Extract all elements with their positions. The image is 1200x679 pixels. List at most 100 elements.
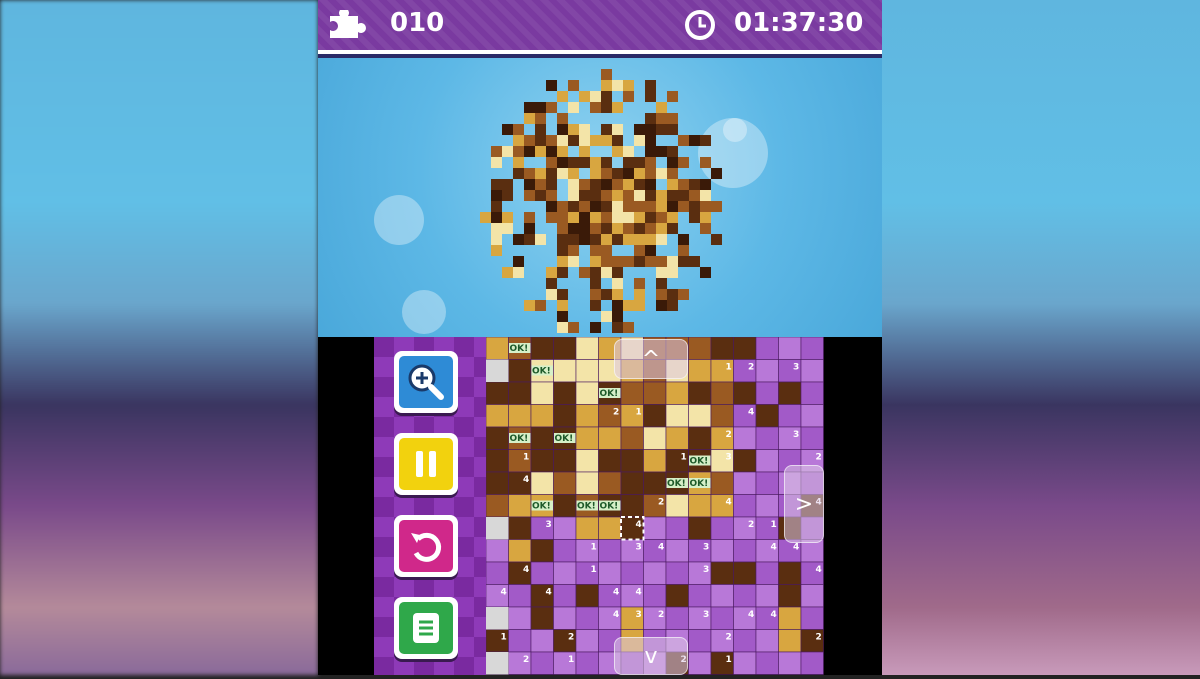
- grid-cell[interactable]: 4: [530, 584, 554, 608]
- grid-cell[interactable]: [665, 494, 689, 518]
- grid-cell[interactable]: [710, 584, 734, 608]
- grid-cell[interactable]: [598, 539, 622, 563]
- scroll-right-button[interactable]: >: [784, 465, 824, 543]
- grid-cell[interactable]: [575, 651, 599, 675]
- grid-cell[interactable]: [485, 404, 509, 428]
- grid-cell[interactable]: [755, 629, 779, 653]
- menu-button[interactable]: [394, 597, 458, 659]
- zoom-button[interactable]: [394, 351, 458, 413]
- grid-cell[interactable]: [800, 404, 824, 428]
- grid-cell[interactable]: [710, 606, 734, 630]
- grid-cell[interactable]: [710, 336, 734, 360]
- grid-cell[interactable]: [643, 516, 667, 540]
- grid-cell[interactable]: [598, 449, 622, 473]
- grid-cell[interactable]: [508, 516, 532, 540]
- grid-cell[interactable]: OK!: [688, 471, 712, 495]
- grid-cell[interactable]: 2: [710, 629, 734, 653]
- gray-cell[interactable]: [486, 607, 509, 630]
- grid-cell[interactable]: [553, 584, 577, 608]
- grid-cell[interactable]: [575, 426, 599, 450]
- grid-cell[interactable]: 1: [710, 359, 734, 383]
- grid-cell[interactable]: [530, 426, 554, 450]
- grid-cell[interactable]: [778, 336, 802, 360]
- puzzle-grid[interactable]: OK!OK!OK!123OK!214OK!OK!2311OK!324OK!OK!…: [485, 336, 824, 675]
- grid-cell[interactable]: [508, 359, 532, 383]
- grid-cell[interactable]: [665, 516, 689, 540]
- grid-cell[interactable]: 3: [710, 449, 734, 473]
- grid-cell[interactable]: [778, 404, 802, 428]
- grid-cell[interactable]: 1: [508, 449, 532, 473]
- grid-cell[interactable]: [688, 494, 712, 518]
- grid-cell[interactable]: 1: [485, 629, 509, 653]
- pause-button[interactable]: [394, 433, 458, 495]
- grid-cell[interactable]: 1: [575, 539, 599, 563]
- grid-cell[interactable]: [755, 404, 779, 428]
- grid-cell[interactable]: [530, 336, 554, 360]
- grid-cell[interactable]: [643, 381, 667, 405]
- grid-cell[interactable]: OK!: [530, 359, 554, 383]
- grid-cell[interactable]: [508, 404, 532, 428]
- grid-cell[interactable]: [575, 584, 599, 608]
- grid-cell[interactable]: [688, 584, 712, 608]
- grid-cell[interactable]: [688, 336, 712, 360]
- grid-cell[interactable]: [643, 449, 667, 473]
- grid-cell[interactable]: [733, 449, 757, 473]
- grid-cell[interactable]: [485, 449, 509, 473]
- grid-cell[interactable]: [620, 381, 644, 405]
- grid-cell[interactable]: [620, 449, 644, 473]
- grid-cell[interactable]: [575, 516, 599, 540]
- grid-cell[interactable]: [688, 404, 712, 428]
- grid-cell[interactable]: [733, 561, 757, 585]
- grid-cell[interactable]: [665, 404, 689, 428]
- grid-cell[interactable]: 2: [733, 516, 757, 540]
- grid-cell[interactable]: [553, 381, 577, 405]
- grid-cell[interactable]: 4: [598, 606, 622, 630]
- grid-cell[interactable]: [778, 651, 802, 675]
- grid-cell[interactable]: [575, 471, 599, 495]
- grid-cell[interactable]: [733, 629, 757, 653]
- grid-cell[interactable]: [755, 449, 779, 473]
- grid-cell[interactable]: [508, 381, 532, 405]
- grid-cell[interactable]: [530, 539, 554, 563]
- grid-cell[interactable]: [665, 539, 689, 563]
- grid-cell[interactable]: 2: [643, 494, 667, 518]
- grid-cell[interactable]: [575, 359, 599, 383]
- grid-cell[interactable]: [733, 584, 757, 608]
- grid-cell[interactable]: 2: [643, 606, 667, 630]
- grid-cell[interactable]: [688, 629, 712, 653]
- grid-cell[interactable]: [778, 629, 802, 653]
- grid-cell[interactable]: 4: [620, 584, 644, 608]
- grid-cell[interactable]: [778, 561, 802, 585]
- grid-cell[interactable]: [485, 471, 509, 495]
- grid-cell[interactable]: 4: [508, 561, 532, 585]
- grid-cell[interactable]: [755, 426, 779, 450]
- grid-cell[interactable]: [485, 494, 509, 518]
- grid-cell[interactable]: [575, 629, 599, 653]
- grid-cell[interactable]: [643, 584, 667, 608]
- grid-cell[interactable]: [575, 381, 599, 405]
- grid-cell[interactable]: 4: [508, 471, 532, 495]
- grid-cell[interactable]: [733, 471, 757, 495]
- grid-cell[interactable]: [530, 449, 554, 473]
- grid-cell[interactable]: [485, 539, 509, 563]
- grid-cell[interactable]: [553, 359, 577, 383]
- grid-cell[interactable]: 2: [553, 629, 577, 653]
- grid-cell[interactable]: [598, 516, 622, 540]
- grid-cell[interactable]: OK!: [530, 494, 554, 518]
- grid-cell[interactable]: [665, 561, 689, 585]
- grid-cell[interactable]: [620, 561, 644, 585]
- grid-cell[interactable]: [800, 381, 824, 405]
- grid-cell[interactable]: [688, 651, 712, 675]
- grid-cell[interactable]: 2: [710, 426, 734, 450]
- grid-cell[interactable]: OK!: [598, 381, 622, 405]
- grid-cell[interactable]: [733, 494, 757, 518]
- grid-cell[interactable]: 3: [778, 359, 802, 383]
- grid-cell[interactable]: [665, 584, 689, 608]
- grid-cell[interactable]: 3: [778, 426, 802, 450]
- grid-cell[interactable]: [575, 336, 599, 360]
- grid-cell[interactable]: [553, 561, 577, 585]
- grid-cell[interactable]: [508, 539, 532, 563]
- grid-cell[interactable]: 4: [643, 539, 667, 563]
- grid-cell[interactable]: 4: [620, 516, 644, 540]
- grid-cell[interactable]: 2: [598, 404, 622, 428]
